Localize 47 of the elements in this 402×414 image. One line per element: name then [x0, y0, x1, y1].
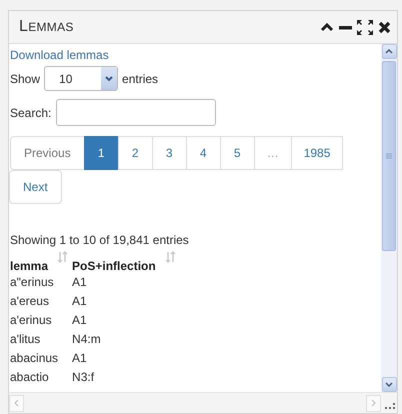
show-label: Show — [10, 72, 40, 86]
next-button[interactable]: Next — [9, 170, 62, 204]
collapse-icon[interactable] — [320, 21, 334, 33]
scroll-down-button[interactable] — [382, 377, 396, 392]
sort-icon[interactable] — [58, 251, 68, 263]
previous-button[interactable]: Previous — [10, 136, 85, 170]
chevron-right-icon — [371, 399, 376, 407]
table-cell-text: A1 — [72, 293, 88, 310]
table-cell: a'erinus — [10, 311, 72, 330]
pagination-ellipsis[interactable]: … — [254, 136, 292, 170]
entries-label: entries — [122, 72, 158, 86]
scrollbar-thumb[interactable] — [382, 61, 396, 251]
close-icon[interactable] — [378, 20, 391, 34]
scroll-up-button[interactable] — [382, 44, 396, 59]
table-cell-text: A1 — [72, 312, 88, 329]
page-button[interactable]: 5 — [220, 136, 255, 170]
vertical-scrollbar[interactable] — [381, 44, 397, 392]
table-cell-text: A1 — [72, 274, 88, 291]
page-button[interactable]: 1 — [84, 136, 119, 170]
table-cell-text: a'litus — [10, 331, 42, 348]
column-header[interactable]: lemma — [10, 259, 48, 273]
table-cell: a'ereus — [10, 292, 72, 311]
table-cell-text: abactio — [10, 369, 50, 386]
page-button[interactable]: 2 — [118, 136, 153, 170]
search-label: Search: — [10, 106, 52, 120]
download-link[interactable]: Download lemmas — [10, 48, 109, 62]
scroll-left-button[interactable] — [9, 394, 24, 412]
caret-icon — [105, 76, 114, 82]
page-button[interactable]: 3 — [152, 136, 187, 170]
table-cell-text: N3:f — [72, 369, 96, 386]
column-header[interactable]: PoS+inflection — [72, 259, 156, 273]
table-cell-text: A1 — [72, 350, 88, 367]
page-button[interactable]: 4 — [186, 136, 221, 170]
window-title: LEMMAS — [19, 18, 74, 36]
sort-icon[interactable] — [166, 251, 176, 263]
page-length-select[interactable]: 10 — [44, 66, 118, 91]
chevron-down-icon — [385, 382, 393, 387]
table-cell-text: N4:m — [72, 331, 102, 348]
entries-info: Showing 1 to 10 of 19,841 entries — [10, 233, 190, 247]
chevron-left-icon — [14, 399, 19, 407]
table-cell: a"erinus — [10, 273, 72, 292]
search-field[interactable] — [56, 99, 216, 126]
page-button[interactable]: 1985 — [290, 136, 344, 170]
chevron-up-icon — [385, 49, 393, 54]
table-cell: abacinus — [10, 349, 72, 368]
horizontal-scrollbar[interactable] — [9, 392, 397, 413]
fullscreen-icon[interactable] — [357, 20, 373, 34]
